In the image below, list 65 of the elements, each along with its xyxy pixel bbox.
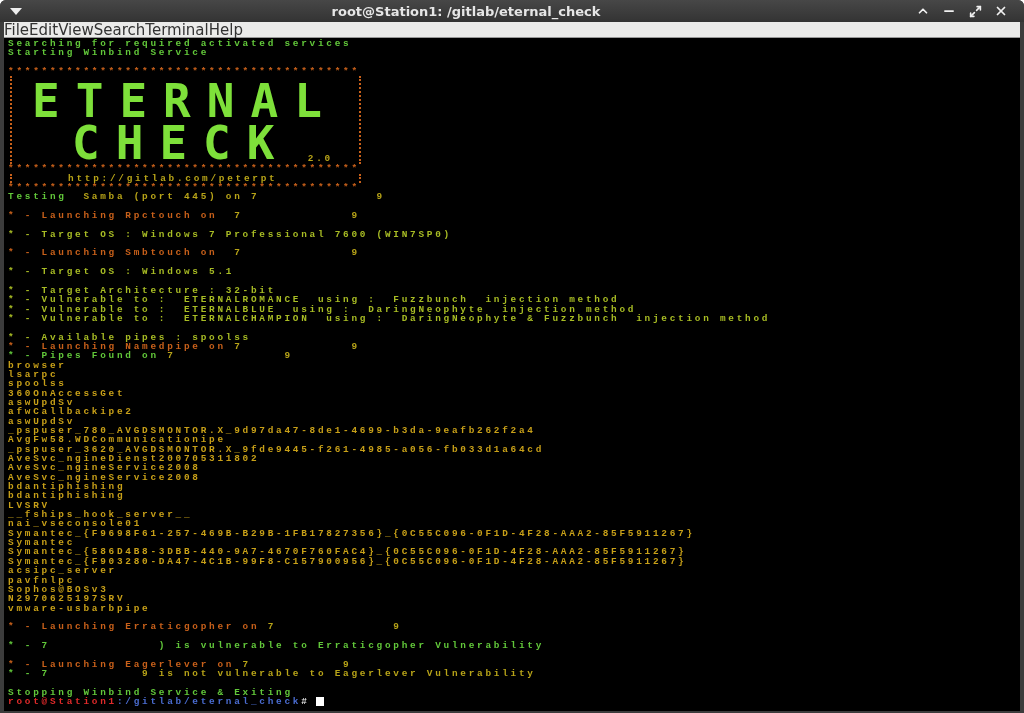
output-line: AveSvc_ngineService2008 (8, 463, 201, 473)
output-line: aswUpdSv (8, 397, 75, 408)
output-line: * - 7 9 is not vulnerable to Eagerlever Vulnerability (8, 668, 536, 679)
menu-item[interactable]: View (58, 21, 94, 38)
asterisk-border: ****************************************** (8, 164, 360, 174)
output-line: Symantec_{F9698F61-257-469B-B29B-1FB17827356}_{0C55C096-0F1D-4F28-AAA2-85F5911267} (8, 528, 695, 539)
output-line: * - Vulnerable to : ETERNALBLUE using : DaringNeophyte injection method (8, 304, 637, 314)
maximize-icon (968, 4, 982, 18)
output-line: spoolss (8, 379, 67, 389)
output-line: * - Available pipes : spoolss (8, 332, 251, 342)
menu-item[interactable]: Search (93, 21, 146, 38)
output-line: * - 7 ) is vulnerable to Erraticgopher Vulnerability (8, 640, 545, 651)
text-cursor (315, 697, 324, 707)
output-line: bdantiphishing (8, 482, 126, 492)
output-line: Symantec (8, 538, 75, 548)
output-line: AveSvc_ngineDienst200705311802 (8, 454, 260, 464)
output-line: * - Launching Eagerlever on 7 9 (8, 659, 352, 669)
output-line: acsipc_server (8, 566, 117, 576)
output-line: * - Target Architecture : 32-bit (8, 285, 277, 296)
version-text: 2.0 (307, 154, 333, 164)
output-line: browser (8, 360, 67, 370)
output-line: * - Target OS : Windows 5.1 (8, 267, 235, 277)
output-line: pavfnlpc (8, 575, 75, 585)
output-line: AveSvc_ngineService2008 (8, 472, 201, 483)
output-line: * - Target OS : Windows 7 Professional 7600 (WIN7SP0) (8, 229, 452, 240)
output-line: * - Vulnerable to : ETERNALCHAMPION using : DaringNeophyte & Fuzzbunch injection method (8, 313, 771, 324)
logo-text: ETERNAL (32, 80, 338, 123)
asterisk-border: ****************************************** (8, 183, 360, 193)
output-line: * - Vulnerable to : ETERNALROMANCE using : Fuzzbunch injection method (8, 295, 620, 305)
output-line: __fships_hook_server__ (8, 510, 193, 520)
menu-item[interactable]: File (4, 21, 30, 38)
window-title: root@Station1: /gitlab/eternal_check (330, 3, 602, 19)
output-line: _pspuser_3620_AVGDSMONTOR.X_9fde9445-f261-4985-a056-fb033d1a64cd (8, 444, 545, 455)
url-text: http://gitlab.com/peterpt (68, 173, 278, 184)
output-line: N2970625197SRV (8, 594, 126, 604)
output-line: 360OnAccessGet (8, 388, 126, 398)
output-line: _pspuser_780_AVGDSMONTOR.X_9d97da47-8de1-4699-b3da-9eafb262f2a4 (8, 426, 536, 436)
output-line: * - Pipes Found on 7 9 (8, 351, 293, 361)
output-line: * - Launching Smbtouch on 7 9 (8, 248, 360, 258)
output-line: Testing Samba (port 445) on 7 9 (8, 192, 385, 202)
output-line: Starting Winbind Service (8, 48, 210, 58)
menu-item[interactable]: Terminal (145, 21, 209, 38)
output-line: * - Launching Rpctouch on 7 9 (8, 211, 360, 221)
output-line: LVSRV (8, 500, 50, 511)
menu-item[interactable]: Edit (29, 21, 59, 38)
output-line: AvgFw58.WDCommunicationipe (8, 435, 226, 445)
output-line: lsarpc (8, 369, 59, 380)
shell-prompt: root@Station1:/gitlab/eternal_check# (8, 696, 310, 707)
output-line: aswUpdSv (8, 416, 75, 426)
output-line: vmware-usbarbpipe (8, 603, 151, 613)
output-line: bdantiphishing (8, 491, 126, 501)
output-line: nai_vseconsole01 (8, 519, 142, 529)
dropdown-icon[interactable] (10, 7, 22, 15)
output-line: Symantec_{F903280-DA47-4C1B-99F8-C157900956}_{0C55C096-0F1D-4F28-AAA2-85F5911267} (8, 556, 687, 567)
asterisk-border: ****************************************** (8, 67, 360, 77)
output-line: Sophos@BOSv3 (8, 584, 109, 595)
output-line: afwCallbackipe2 (8, 407, 134, 417)
output-line: * - Launching Erraticgopher on 7 9 (8, 622, 402, 632)
output-line: Stopping Winbind Service & Exiting (8, 687, 293, 697)
output-line: Symantec_{586D4B8-3DBB-440-9A7-4670F760FAC4}_{0C55C096-0F1D-4F28-AAA2-85F5911267} (8, 547, 687, 557)
output-line: Searching for required activated services (8, 39, 352, 49)
logo-text: CHECK (72, 122, 291, 165)
output-line: * - Launching Namedpipe on 7 9 (8, 341, 360, 352)
menu-item[interactable]: Help (208, 21, 243, 38)
close-icon (994, 4, 1008, 18)
